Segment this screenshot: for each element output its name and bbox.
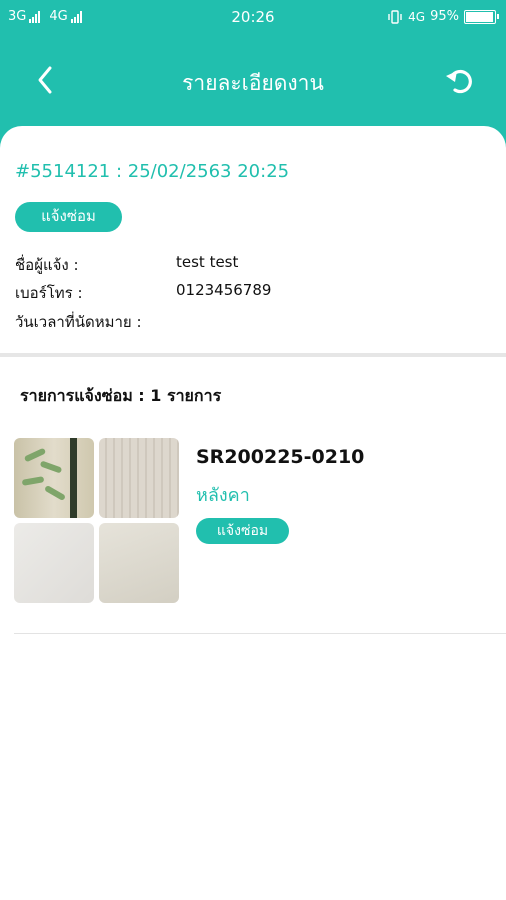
item-divider <box>14 633 506 634</box>
page-title: รายละเอียดงาน <box>182 71 324 95</box>
reporter-label: ชื่อผู้แจ้ง : <box>15 256 79 274</box>
refresh-button[interactable] <box>440 62 480 100</box>
item-name: หลังคา <box>196 485 250 506</box>
item-photo[interactable] <box>14 523 94 603</box>
job-status-badge: แจ้งซ่อม <box>15 202 122 232</box>
vibrate-icon <box>388 9 402 24</box>
reporter-value: test test <box>176 253 239 271</box>
network-label-4g-right: 4G <box>408 9 426 24</box>
section-divider <box>0 353 506 357</box>
repair-item[interactable]: SR200225-0210 หลังคา แจ้งซ่อม <box>0 436 506 606</box>
item-photo[interactable] <box>99 523 179 603</box>
item-photo-grid[interactable] <box>14 438 179 604</box>
status-bar: 3G 4G 20:26 4G 95% <box>0 0 506 34</box>
battery-icon <box>464 9 499 24</box>
item-photo[interactable] <box>14 438 94 518</box>
item-code: SR200225-0210 <box>196 446 365 468</box>
phone-value: 0123456789 <box>176 281 272 299</box>
item-status-badge: แจ้งซ่อม <box>196 518 289 544</box>
job-detail-card: #5514121 : 25/02/2563 20:25 แจ้งซ่อม ชื่… <box>0 126 506 354</box>
phone-label: เบอร์โทร : <box>15 284 83 302</box>
repair-list-title: รายการแจ้งซ่อม : 1 รายการ <box>20 386 222 405</box>
refresh-icon <box>446 69 472 94</box>
item-photo[interactable] <box>99 438 179 518</box>
job-id-datetime: #5514121 : 25/02/2563 20:25 <box>15 161 290 182</box>
battery-percent: 95% <box>430 9 459 24</box>
appointment-label: วันเวลาที่นัดหมาย : <box>15 313 142 331</box>
